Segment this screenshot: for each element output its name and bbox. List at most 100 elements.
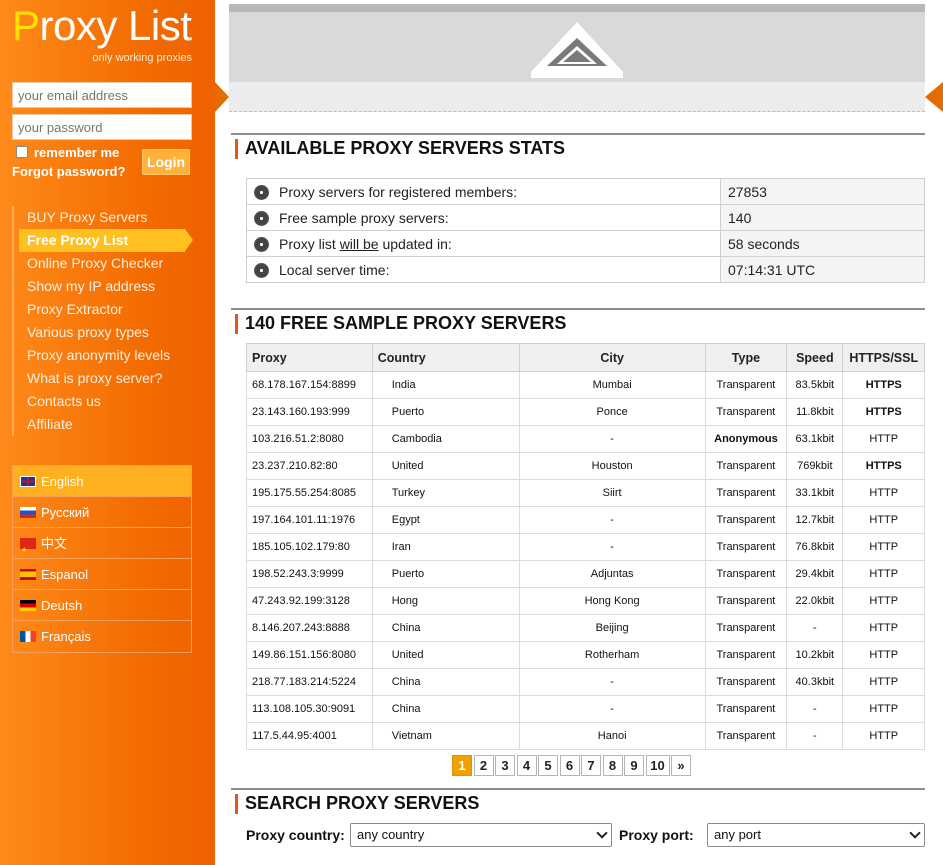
sidebar-nav: BUY Proxy Servers Free Proxy List Online… (12, 206, 194, 436)
proxy-address: 197.164.101.11:1976 (246, 506, 373, 534)
page-button[interactable]: 5 (538, 755, 558, 776)
lang-item-russian[interactable]: Русский (13, 497, 191, 528)
email-field[interactable] (12, 82, 192, 108)
proxy-address: 218.77.183.214:5224 (246, 668, 373, 696)
proxy-type: Anonymous (704, 425, 788, 453)
proxy-ssl: HTTP (842, 479, 925, 507)
language-list: English Русский 中文 Espanol Deutsh França… (12, 465, 192, 653)
proxy-type: Transparent (704, 614, 788, 642)
nav-item-what-is-proxy[interactable]: What is proxy server? (14, 367, 194, 390)
stats-value: 27853 (720, 178, 925, 205)
proxy-row: 198.52.243.3:9999 Puerto Adjuntas Transpare… (246, 560, 925, 588)
col-speed[interactable]: Speed (786, 343, 844, 372)
col-city[interactable]: City (518, 343, 706, 372)
proxy-section-title: 140 FREE SAMPLE PROXY SERVERS (231, 308, 925, 336)
russia-flag-icon (20, 507, 36, 518)
nav-item-proxy-checker[interactable]: Online Proxy Checker (14, 252, 194, 275)
proxy-country: China (371, 668, 520, 696)
col-proxy[interactable]: Proxy (246, 343, 373, 372)
proxy-table: Proxy Country City Type Speed HTTPS/SSL … (246, 343, 925, 750)
proxy-address: 47.243.92.199:3128 (246, 587, 373, 615)
nav-item-proxy-extractor[interactable]: Proxy Extractor (14, 298, 194, 321)
col-type[interactable]: Type (704, 343, 788, 372)
stats-label: Proxy list will be updated in: (246, 230, 721, 257)
stats-row: Proxy servers for registered members: 27… (246, 178, 925, 205)
proxy-row: 113.108.105.30:9091 China - Transparent - HTT… (246, 695, 925, 723)
nav-item-affiliate[interactable]: Affiliate (14, 413, 194, 436)
page-button[interactable]: 3 (495, 755, 515, 776)
page-button[interactable]: 2 (473, 755, 494, 776)
stats-value: 140 (720, 204, 925, 231)
proxy-city: Houston (518, 452, 706, 480)
proxy-speed: 769kbit (786, 452, 844, 480)
nav-item-contacts[interactable]: Contacts us (14, 390, 194, 413)
sidebar: Proxy List only working proxies remember… (0, 0, 215, 865)
logo[interactable]: Proxy List only working proxies (12, 2, 192, 66)
next-page-button[interactable]: » (671, 755, 691, 776)
proxy-table-header: Proxy Country City Type Speed HTTPS/SSL (246, 343, 925, 372)
proxy-ssl: HTTPS (842, 398, 925, 426)
page-button[interactable]: 10 (645, 755, 670, 776)
lang-item-spanish[interactable]: Espanol (13, 559, 191, 590)
proxy-speed: - (786, 695, 844, 723)
proxy-country: United (371, 641, 520, 669)
page-button[interactable]: 7 (581, 755, 601, 776)
page-button[interactable]: 8 (602, 755, 623, 776)
proxy-row: 218.77.183.214:5224 China - Transparent 40.3… (246, 668, 925, 696)
proxy-country: China (371, 614, 520, 642)
page-button[interactable]: 4 (516, 755, 537, 776)
proxy-city: - (518, 668, 706, 696)
proxy-speed: 63.1kbit (786, 425, 844, 453)
banner[interactable] (229, 4, 925, 82)
proxy-ssl: HTTP (842, 587, 925, 615)
proxy-country: Cambodia (371, 425, 520, 453)
proxy-row: 197.164.101.11:1976 Egypt - Transparent 12.7… (246, 506, 925, 534)
lang-item-english[interactable]: English (13, 466, 191, 497)
proxy-city: - (518, 425, 706, 453)
pagination: 1 2 3 4 5 6 7 8 9 10» (452, 755, 693, 777)
proxy-row: 23.237.210.82:80 United Houston Transparent… (246, 452, 925, 480)
proxy-row: 149.86.151.156:8080 United Rotherham Transp… (246, 641, 925, 669)
col-https[interactable]: HTTPS/SSL (842, 343, 925, 372)
lang-item-french[interactable]: Français (13, 621, 191, 652)
remember-me-checkbox[interactable] (16, 146, 28, 158)
proxy-country: Iran (371, 533, 520, 561)
nav-item-proxy-types[interactable]: Various proxy types (14, 321, 194, 344)
proxy-country: United (371, 452, 520, 480)
nav-item-anonymity-levels[interactable]: Proxy anonymity levels (14, 344, 194, 367)
login-button[interactable]: Login (142, 149, 190, 175)
logo-title: Proxy List (12, 2, 192, 49)
proxy-type: Transparent (704, 452, 788, 480)
page-button[interactable]: 1 (452, 755, 472, 776)
proxy-address: 185.105.102.179:80 (246, 533, 373, 561)
stats-value: 07:14:31 UTC (720, 256, 925, 283)
lang-item-chinese[interactable]: 中文 (13, 528, 191, 566)
forgot-password-link[interactable]: Forgot password? (12, 164, 125, 179)
proxy-row: 103.216.51.2:8080 Cambodia - Anonymous 63.1k… (246, 425, 925, 453)
nav-item-free-proxy-list[interactable]: Free Proxy List (19, 229, 193, 252)
proxy-row: 117.5.44.95:4001 Vietnam Hanoi Transparent -… (246, 722, 925, 750)
proxy-city: Hong Kong (518, 587, 706, 615)
page-button[interactable]: 6 (559, 755, 580, 776)
proxy-address: 149.86.151.156:8080 (246, 641, 373, 669)
proxy-city: Ponce (518, 398, 706, 426)
uk-flag-icon (20, 476, 36, 487)
triangle-logo-icon (531, 22, 623, 78)
proxy-type: Transparent (704, 587, 788, 615)
nav-item-show-ip[interactable]: Show my IP address (14, 275, 194, 298)
nav-item-buy-proxy[interactable]: BUY Proxy Servers (14, 206, 194, 229)
proxy-country: Puerto (371, 398, 520, 426)
proxy-type: Transparent (704, 533, 788, 561)
proxy-row: 8.146.207.243:8888 China Beijing Transparen… (246, 614, 925, 642)
proxy-country-select[interactable]: any country (350, 823, 612, 847)
proxy-city: Mumbai (518, 371, 706, 399)
lang-item-german[interactable]: Deutsh (13, 590, 191, 621)
page-button[interactable]: 9 (624, 755, 644, 776)
proxy-city: Rotherham (518, 641, 706, 669)
password-field[interactable] (12, 114, 192, 140)
proxy-type: Transparent (704, 722, 788, 750)
proxy-port-select[interactable]: any port (707, 823, 925, 847)
proxy-country-label: Proxy country: (246, 827, 345, 843)
col-country[interactable]: Country (371, 343, 520, 372)
proxy-city: Adjuntas (518, 560, 706, 588)
